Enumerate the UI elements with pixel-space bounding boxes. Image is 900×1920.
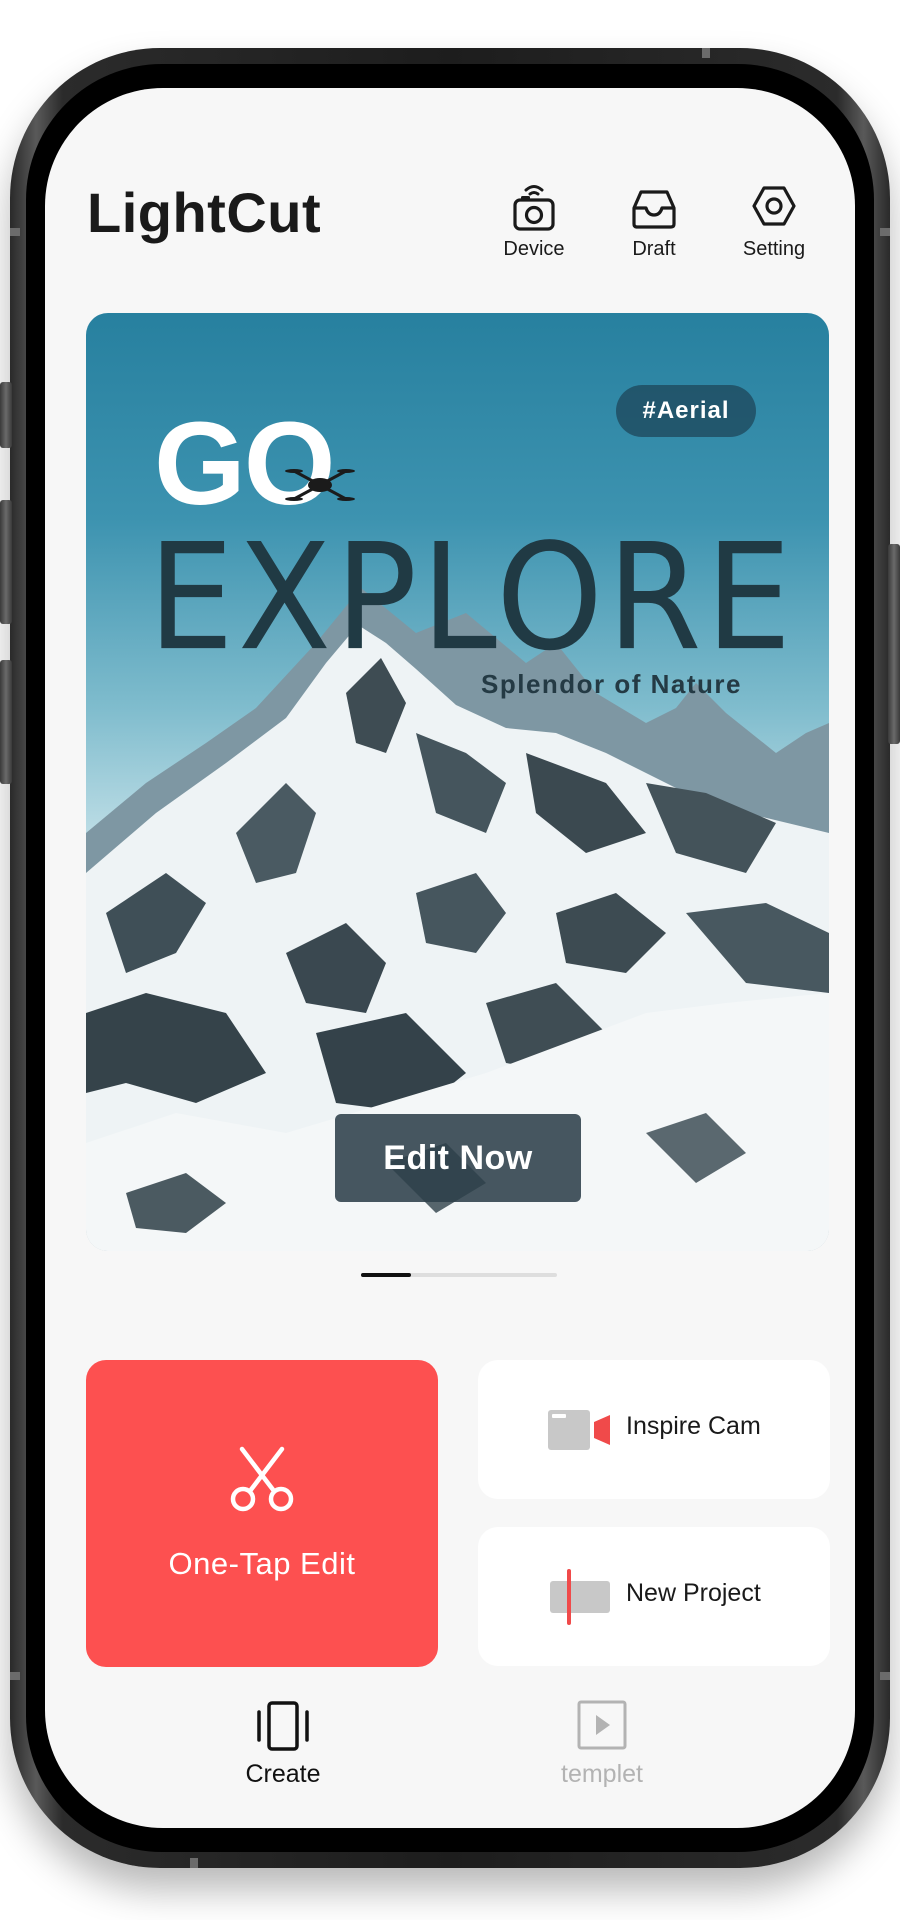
phone-frame: LightCut Device Draft Setting #Aerial GO… (10, 48, 890, 1868)
device-button[interactable]: Device (479, 182, 589, 261)
app-screen: LightCut Device Draft Setting #Aerial GO… (45, 88, 855, 1828)
inbox-tray-icon (632, 190, 676, 229)
device-label: Device (503, 238, 565, 260)
volume-down-button (0, 660, 12, 784)
volume-up-button (0, 500, 12, 624)
antenna-band (190, 1858, 198, 1868)
new-project-button[interactable]: New Project (478, 1527, 830, 1666)
antenna-band (10, 228, 20, 236)
draft-button[interactable]: Draft (599, 182, 709, 261)
banner-pager (361, 1273, 557, 1277)
setting-button[interactable]: Setting (719, 182, 829, 261)
one-tap-edit-button[interactable]: One-Tap Edit (86, 1360, 438, 1667)
nav-create[interactable]: Create (183, 1700, 383, 1789)
featured-banner[interactable]: #Aerial GO EXPLORE Splendor of Nature Ed… (86, 313, 829, 1251)
play-square-icon (577, 1700, 627, 1750)
drone-icon (285, 469, 355, 501)
video-camera-icon (548, 1410, 610, 1450)
create-frame-icon (257, 1701, 309, 1751)
category-tag[interactable]: #Aerial (616, 385, 756, 437)
edit-now-button[interactable]: Edit Now (335, 1114, 581, 1202)
antenna-band (880, 1672, 890, 1680)
one-tap-edit-label: One-Tap Edit (168, 1546, 356, 1581)
banner-subtitle: Splendor of Nature (481, 669, 743, 699)
antenna-band (702, 48, 710, 58)
nav-templet-label: templet (561, 1760, 643, 1788)
setting-label: Setting (742, 238, 806, 260)
camera-device-icon (513, 185, 555, 231)
pager-active-indicator (361, 1273, 411, 1277)
antenna-band (10, 1672, 20, 1680)
banner-headline-main: EXPLORE (148, 513, 796, 684)
timeline-clip-icon (550, 1569, 610, 1625)
draft-label: Draft (632, 238, 676, 260)
power-button (888, 544, 900, 744)
hexagon-settings-icon (752, 186, 796, 226)
inspire-cam-label: Inspire Cam (626, 1412, 761, 1440)
app-title: LightCut (87, 181, 322, 244)
nav-templet[interactable]: templet (502, 1700, 702, 1789)
antenna-band (880, 228, 890, 236)
new-project-label: New Project (626, 1579, 761, 1607)
nav-create-label: Create (245, 1760, 321, 1788)
inspire-cam-button[interactable]: Inspire Cam (478, 1360, 830, 1499)
scissors-icon (230, 1446, 294, 1512)
mute-switch (0, 382, 12, 448)
